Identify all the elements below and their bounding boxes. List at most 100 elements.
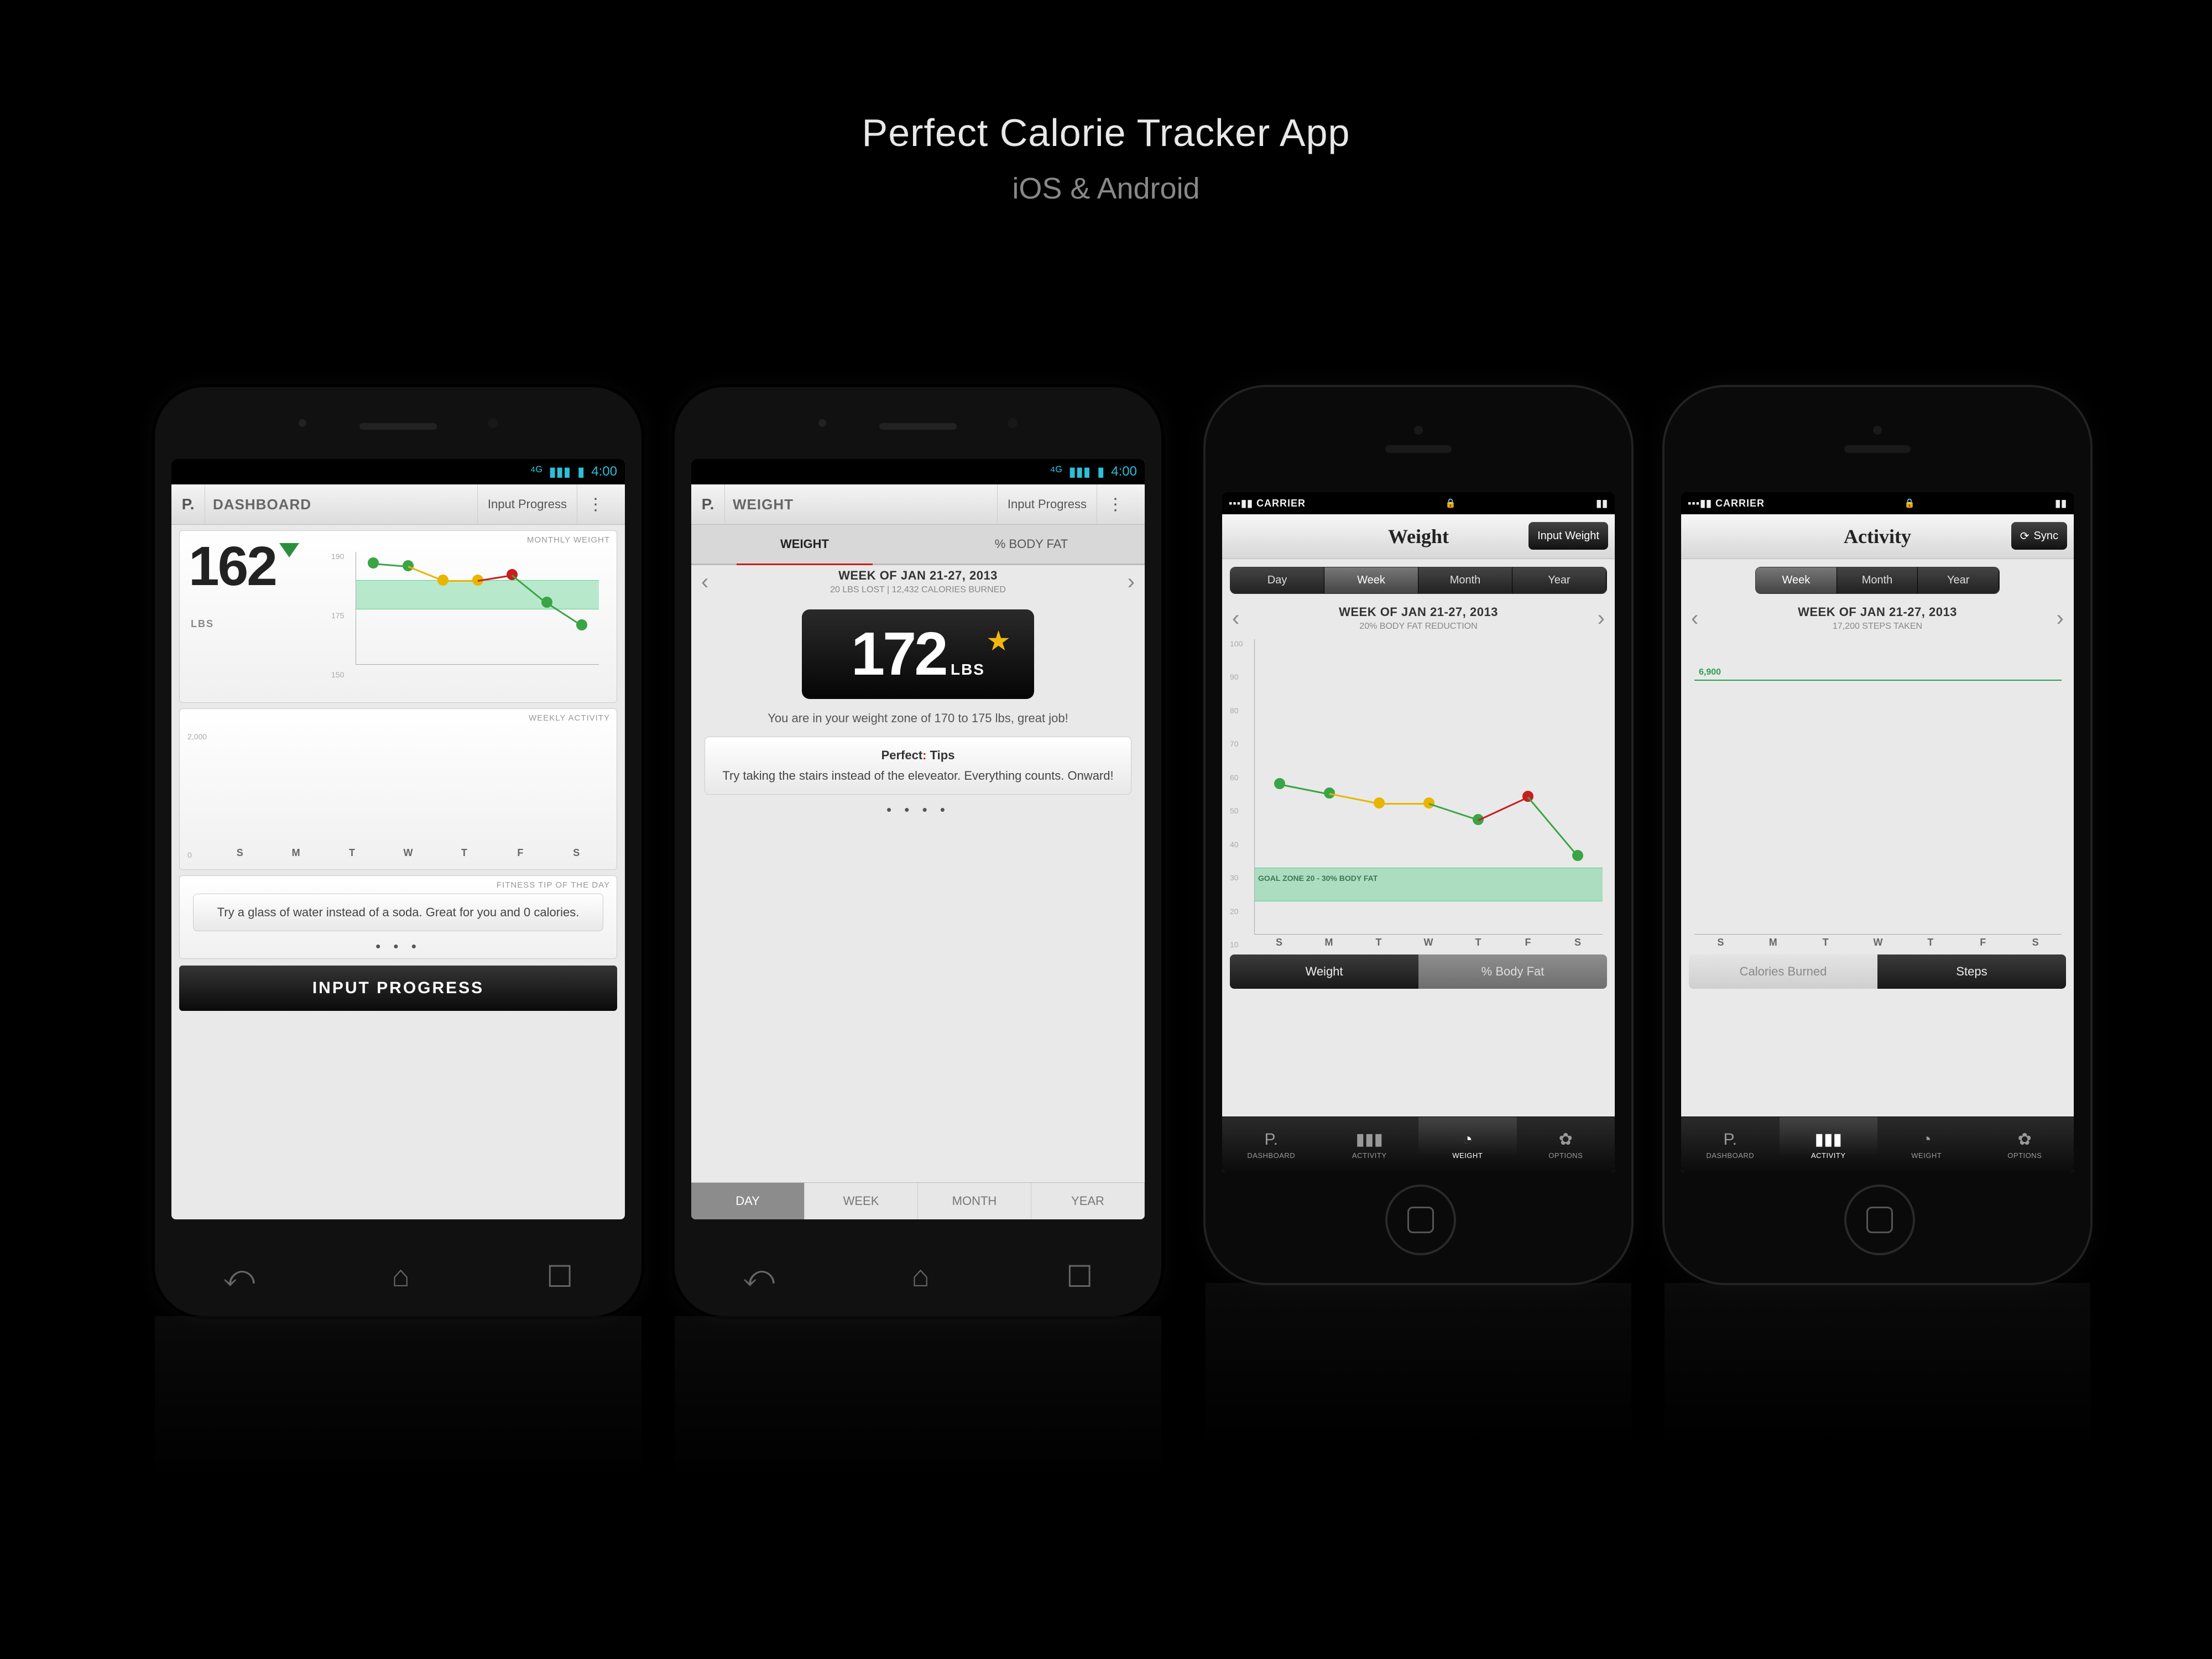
- input-progress-button[interactable]: Input Progress: [477, 484, 577, 524]
- reflection: [155, 1316, 641, 1482]
- tip-text: Try taking the stairs instead of the ele…: [722, 769, 1113, 782]
- app-logo[interactable]: P.: [691, 484, 725, 524]
- back-icon[interactable]: ⤺: [223, 1259, 255, 1294]
- tab-dashboard[interactable]: P.DASHBOARD: [1681, 1117, 1780, 1172]
- home-button[interactable]: [1844, 1185, 1915, 1255]
- tab-steps[interactable]: Steps: [1877, 954, 2066, 989]
- metric-segment: Calories Burned Steps: [1689, 954, 2066, 989]
- next-week-button[interactable]: ›: [2057, 606, 2064, 631]
- signal-icon: ⁴ᴳ: [1050, 464, 1062, 479]
- tab-options[interactable]: ✿OPTIONS: [1517, 1117, 1615, 1172]
- range-year[interactable]: YEAR: [1031, 1183, 1145, 1219]
- android-status-bar: ⁴ᴳ ▮▮▮ ▮ 4:00: [171, 459, 625, 484]
- android-status-bar: ⁴ᴳ ▮▮▮ ▮ 4:00: [691, 459, 1145, 484]
- front-camera: [1008, 418, 1018, 428]
- tab-options[interactable]: ✿OPTIONS: [1976, 1117, 2074, 1172]
- page-dots[interactable]: • • • •: [691, 801, 1145, 818]
- android-nav-keys: ⤺ ⌂ ☐: [675, 1259, 1161, 1294]
- input-progress-button[interactable]: Input Progress: [997, 484, 1097, 524]
- screen-title: Activity: [1844, 525, 1911, 548]
- seg-year[interactable]: Year: [1918, 567, 1999, 593]
- back-icon[interactable]: ⤺: [743, 1259, 775, 1294]
- star-icon: ★: [986, 625, 1011, 657]
- tab-activity[interactable]: ▮▮▮ACTIVITY: [1321, 1117, 1419, 1172]
- prev-week-button[interactable]: ‹: [701, 570, 708, 594]
- week-label: WEEK OF JAN 21-27, 2013: [830, 568, 1006, 583]
- home-button[interactable]: [1385, 1185, 1456, 1255]
- tip-card[interactable]: FITNESS TIP OF THE DAY Try a glass of wa…: [179, 875, 617, 959]
- recent-icon[interactable]: ☐: [546, 1259, 573, 1294]
- front-camera: [1873, 426, 1882, 435]
- tab-weight[interactable]: WEIGHT: [691, 525, 918, 564]
- tab-dashboard[interactable]: P.DASHBOARD: [1222, 1117, 1321, 1172]
- input-progress-cta[interactable]: INPUT PROGRESS: [179, 966, 617, 1011]
- weekly-activity-card[interactable]: WEEKLY ACTIVITY 2,0000 SMTWTFS: [179, 708, 617, 870]
- range-month[interactable]: MONTH: [918, 1183, 1031, 1219]
- tab-activity[interactable]: ▮▮▮ACTIVITY: [1780, 1117, 1878, 1172]
- overflow-menu-icon[interactable]: ⋮: [1097, 484, 1145, 524]
- bars-icon: ▮▮▮: [1068, 464, 1091, 480]
- sensor-dot: [818, 419, 826, 427]
- lock-icon: 🔒: [1445, 498, 1457, 509]
- page-subtitle: iOS & Android: [0, 171, 2212, 206]
- overflow-menu-icon[interactable]: ⋮: [577, 484, 625, 524]
- range-tabs: DAY WEEK MONTH YEAR: [691, 1182, 1145, 1219]
- seg-year[interactable]: Year: [1512, 567, 1606, 593]
- signal-icon: ⁴ᴳ: [530, 464, 542, 479]
- range-day[interactable]: DAY: [691, 1183, 805, 1219]
- metric-tabs: WEIGHT % BODY FAT: [691, 525, 1145, 565]
- battery-icon: ▮: [1097, 464, 1104, 480]
- earpiece: [359, 423, 437, 430]
- screen-title: Weight: [1388, 525, 1449, 548]
- range-segment: Day Week Month Year: [1230, 567, 1607, 594]
- prev-week-button[interactable]: ‹: [1232, 606, 1239, 631]
- tab-weight[interactable]: ◔WEIGHT: [1418, 1117, 1517, 1172]
- page-dots[interactable]: • • •: [180, 938, 617, 955]
- tab-bar: P.DASHBOARD ▮▮▮ACTIVITY ◔WEIGHT ✿OPTIONS: [1681, 1117, 2074, 1172]
- carrier-label: CARRIER: [1256, 498, 1306, 509]
- front-camera: [1414, 426, 1423, 435]
- tab-weight[interactable]: Weight: [1230, 954, 1418, 989]
- goal-band: GOAL ZONE 20 - 30% BODY FAT: [1255, 868, 1603, 901]
- lock-icon: 🔒: [1904, 498, 1916, 509]
- week-nav: ‹ WEEK OF JAN 21-27, 2013 17,200 STEPS T…: [1681, 602, 2074, 635]
- weight-message: You are in your weight zone of 170 to 17…: [691, 710, 1145, 727]
- tips-card[interactable]: Perfect: Tips Try taking the stairs inst…: [705, 737, 1131, 795]
- app-bar: P. WEIGHT Input Progress ⋮: [691, 484, 1145, 525]
- seg-week[interactable]: Week: [1756, 567, 1837, 593]
- tab-calories[interactable]: Calories Burned: [1689, 954, 1877, 989]
- bars-icon: ▮▮▮: [549, 464, 571, 480]
- app-logo[interactable]: P.: [171, 484, 205, 524]
- tab-bar: P.DASHBOARD ▮▮▮ACTIVITY ◔WEIGHT ✿OPTIONS: [1222, 1117, 1615, 1172]
- next-week-button[interactable]: ›: [1598, 606, 1605, 631]
- status-time: 4:00: [1111, 464, 1137, 479]
- sync-button[interactable]: ⟳Sync: [2011, 522, 2067, 550]
- reflection: [1665, 1283, 2090, 1449]
- seg-day[interactable]: Day: [1230, 567, 1324, 593]
- seg-month[interactable]: Month: [1837, 567, 1918, 593]
- monthly-weight-card[interactable]: MONTHLY WEIGHT 162 LBS 190175150: [179, 530, 617, 703]
- input-weight-button[interactable]: Input Weight: [1528, 522, 1608, 550]
- reflection: [1206, 1283, 1631, 1449]
- home-icon[interactable]: ⌂: [911, 1259, 930, 1294]
- bars-icon: ▮▮▮: [1355, 1130, 1383, 1149]
- seg-week[interactable]: Week: [1324, 567, 1418, 593]
- home-icon[interactable]: ⌂: [392, 1259, 410, 1294]
- trend-down-icon: [279, 543, 299, 557]
- bars-icon: ▮▮▮: [1814, 1130, 1842, 1149]
- earpiece: [1385, 445, 1452, 453]
- recent-icon[interactable]: ☐: [1066, 1259, 1093, 1294]
- seg-month[interactable]: Month: [1418, 567, 1512, 593]
- weekly-activity-chart: 2,0000 SMTWTFS: [187, 732, 609, 859]
- tab-weight[interactable]: ◔WEIGHT: [1877, 1117, 1976, 1172]
- body-fat-chart: 100908070605040302010 GOAL ZONE 20 - 30%…: [1230, 639, 1607, 949]
- tab-body-fat[interactable]: % Body Fat: [1418, 954, 1607, 989]
- front-camera: [488, 418, 498, 428]
- next-week-button[interactable]: ›: [1128, 570, 1135, 594]
- steps-chart: 6,900 SMTWTFS: [1689, 639, 2066, 949]
- tab-body-fat[interactable]: % BODY FAT: [918, 525, 1145, 564]
- prev-week-button[interactable]: ‹: [1691, 606, 1698, 631]
- range-week[interactable]: WEEK: [805, 1183, 918, 1219]
- weight-unit: LBS: [951, 661, 985, 678]
- tips-title: Perfect: Tips: [716, 747, 1120, 764]
